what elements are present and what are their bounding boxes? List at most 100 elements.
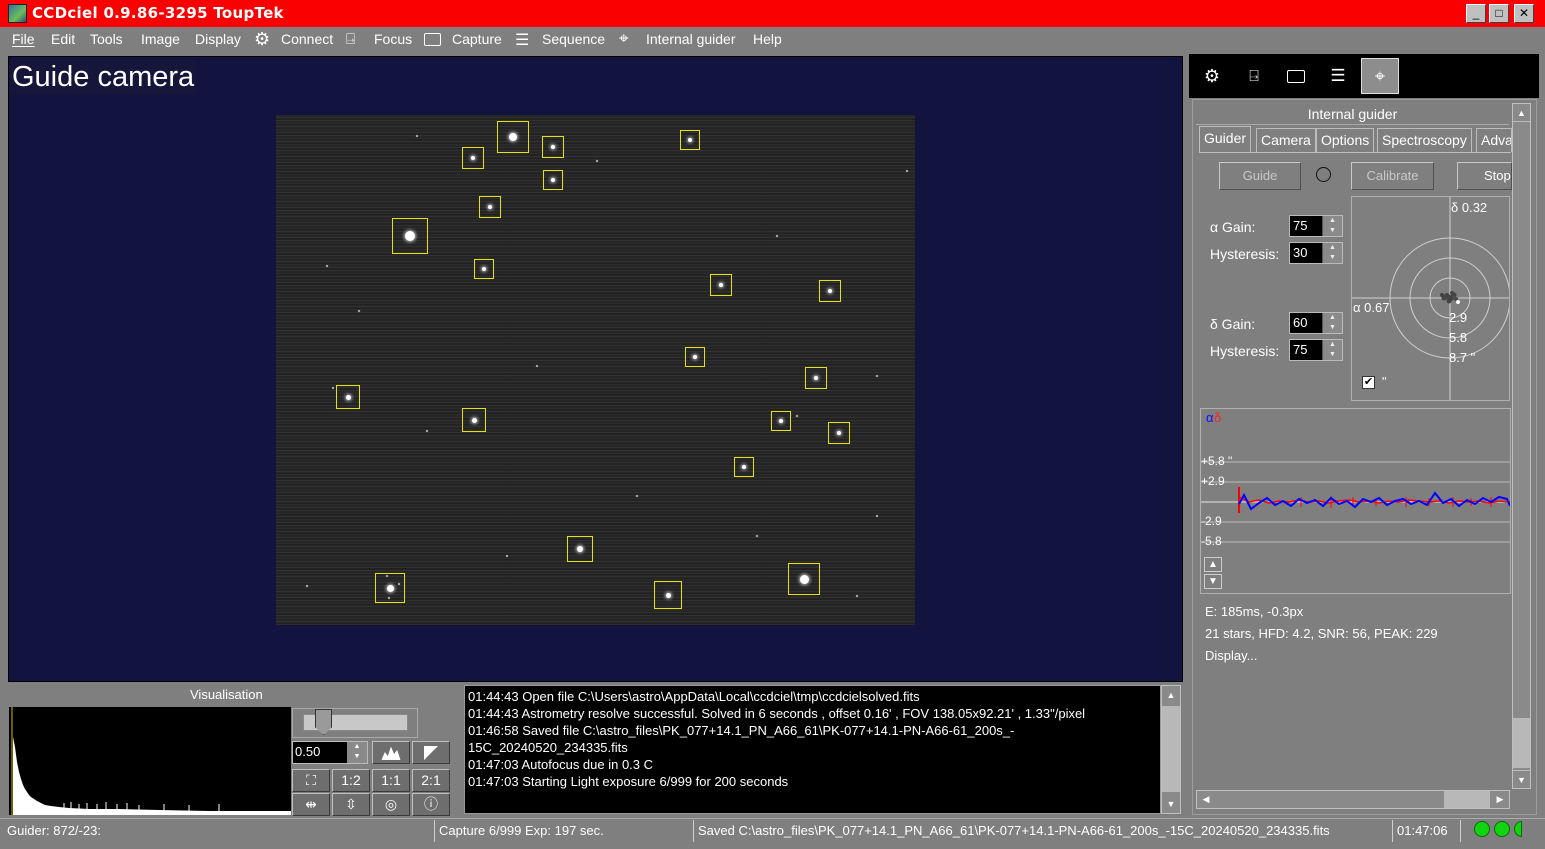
- focuser-status-led: [1514, 821, 1522, 837]
- faint-star: [796, 415, 798, 417]
- guide-star: [688, 138, 692, 142]
- alpha-hysteresis-value: 30: [1293, 245, 1308, 260]
- guide-star: [742, 465, 746, 469]
- internal-guider-title: Internal guider: [1196, 103, 1509, 125]
- guide-star: [837, 431, 841, 435]
- log-line: 01:46:58 Saved file C:\astro_files\PK_07…: [468, 723, 1015, 738]
- guider-icon[interactable]: ⌖: [1361, 58, 1399, 94]
- gamma-input[interactable]: 0.50 ▲ ▼: [292, 741, 368, 764]
- maximize-button[interactable]: □: [1489, 4, 1509, 23]
- faint-star: [426, 430, 428, 432]
- center-icon[interactable]: ◎: [372, 793, 410, 816]
- faint-star: [536, 365, 538, 367]
- tab-options[interactable]: Options: [1316, 128, 1375, 152]
- exposure-info: E: 185ms, -0.3px: [1205, 604, 1304, 619]
- log-scrollbar[interactable]: ▲ ▼: [1161, 685, 1181, 814]
- y-label-plus-5-8: +5.8 ": [1201, 454, 1233, 468]
- legend-alpha: α: [1206, 410, 1214, 425]
- flip-vertical-icon[interactable]: ⇳: [332, 793, 370, 816]
- ring-label-3: 8.7 ": [1449, 350, 1476, 365]
- menu-capture[interactable]: Capture: [452, 31, 502, 47]
- message-log[interactable]: 01:44:43 Open file C:\Users\astro\AppDat…: [464, 685, 1161, 814]
- menu-edit[interactable]: Edit: [51, 31, 75, 47]
- faint-star: [398, 583, 400, 585]
- zoom-fit-button[interactable]: ⛶: [292, 769, 330, 792]
- guide-star: [345, 394, 351, 400]
- zoom-1-1-button[interactable]: 1:1: [372, 769, 410, 792]
- tab-guider[interactable]: Guider: [1199, 126, 1252, 152]
- flip-horizontal-icon[interactable]: ⇹: [292, 793, 330, 816]
- menu-image[interactable]: Image: [141, 31, 180, 47]
- close-button[interactable]: ✕: [1514, 4, 1534, 23]
- guide-star: [779, 419, 783, 423]
- alpha-gain-input[interactable]: 75 ▲ ▼: [1289, 215, 1343, 237]
- menu-file[interactable]: File: [12, 31, 35, 47]
- focus-icon[interactable]: ⍈: [1235, 58, 1273, 94]
- guide-button[interactable]: Guide: [1219, 162, 1301, 190]
- menu-connect[interactable]: Connect: [281, 31, 333, 47]
- menu-sequence[interactable]: Sequence: [542, 31, 605, 47]
- delta-gain-input[interactable]: 60 ▲ ▼: [1289, 312, 1343, 334]
- guide-star: [814, 376, 818, 380]
- scope-checkbox[interactable]: ✔: [1362, 376, 1375, 389]
- menu-display[interactable]: Display: [195, 31, 241, 47]
- faint-star: [388, 597, 390, 599]
- alpha-hysteresis-spinner[interactable]: ▲ ▼: [1322, 243, 1342, 263]
- delta-hysteresis-spinner[interactable]: ▲ ▼: [1322, 340, 1342, 360]
- zoom-2-1-button[interactable]: 2:1: [412, 769, 450, 792]
- gear-icon[interactable]: ⚙: [1193, 58, 1231, 94]
- alpha-gain-spinner[interactable]: ▲ ▼: [1322, 216, 1342, 236]
- stop-button[interactable]: Stop: [1457, 162, 1512, 190]
- status-divider: [1460, 820, 1461, 842]
- delta-gain-spinner[interactable]: ▲ ▼: [1322, 313, 1342, 333]
- invert-button[interactable]: [412, 741, 450, 764]
- alpha-gain-label: α Gain:: [1210, 219, 1256, 235]
- faint-star: [876, 515, 878, 517]
- faint-star: [876, 375, 878, 377]
- panel-hscrollbar[interactable]: ◀ ▶: [1196, 790, 1510, 809]
- faint-star: [326, 265, 328, 267]
- sequence-icon[interactable]: ☰: [1319, 58, 1357, 94]
- sequence-icon: ☰: [515, 32, 530, 49]
- calibrate-button[interactable]: Calibrate: [1351, 162, 1434, 190]
- faint-star: [386, 575, 388, 577]
- menu-focus[interactable]: Focus: [374, 31, 412, 47]
- zoom-1-2-button[interactable]: 1:2: [332, 769, 370, 792]
- ring-label-2: 5.8: [1449, 330, 1468, 345]
- panel-scrollbar[interactable]: ▲ ▼: [1512, 103, 1531, 789]
- graph-scale-down-button[interactable]: ▼: [1204, 574, 1222, 589]
- focus-icon: ⍈: [346, 30, 356, 48]
- gear-icon: ⚙: [254, 29, 271, 49]
- alpha-gain-value: 75: [1293, 218, 1308, 233]
- menu-internal-guider[interactable]: Internal guider: [646, 31, 736, 47]
- camera-icon[interactable]: [1277, 58, 1315, 94]
- status-divider: [693, 820, 694, 842]
- minimize-button[interactable]: _: [1466, 4, 1486, 23]
- faint-star: [306, 585, 308, 587]
- alpha-hysteresis-input[interactable]: 30 ▲ ▼: [1289, 242, 1343, 264]
- menu-tools[interactable]: Tools: [90, 31, 123, 47]
- gamma-spinner[interactable]: ▲ ▼: [347, 742, 367, 763]
- faint-star: [776, 235, 778, 237]
- y-label-minus-2-9: -2.9: [1201, 514, 1222, 528]
- histogram-slider[interactable]: [292, 708, 418, 738]
- faint-star: [358, 310, 360, 312]
- faint-star: [636, 495, 638, 497]
- histogram-button[interactable]: [372, 741, 410, 764]
- legend-delta: δ: [1214, 410, 1222, 425]
- graph-scale-up-button[interactable]: ▲: [1204, 557, 1222, 572]
- tab-camera[interactable]: Camera: [1256, 128, 1316, 152]
- time-status: 01:47:06: [1397, 823, 1448, 838]
- guide-image[interactable]: [276, 115, 915, 625]
- tab-advanced[interactable]: Adva: [1476, 128, 1512, 152]
- camera-icon: [424, 33, 441, 46]
- menu-help[interactable]: Help: [753, 31, 782, 47]
- visualisation-title: Visualisation: [190, 687, 263, 702]
- y-label-plus-2-9: +2.9: [1201, 474, 1225, 488]
- guide-star: [799, 574, 809, 584]
- tab-spectroscopy[interactable]: Spectroscopy: [1377, 128, 1472, 152]
- info-icon[interactable]: ⓘ: [412, 793, 450, 816]
- delta-hysteresis-input[interactable]: 75 ▲ ▼: [1289, 339, 1343, 361]
- guide-star: [405, 231, 415, 241]
- delta-hysteresis-label: Hysteresis:: [1210, 343, 1280, 359]
